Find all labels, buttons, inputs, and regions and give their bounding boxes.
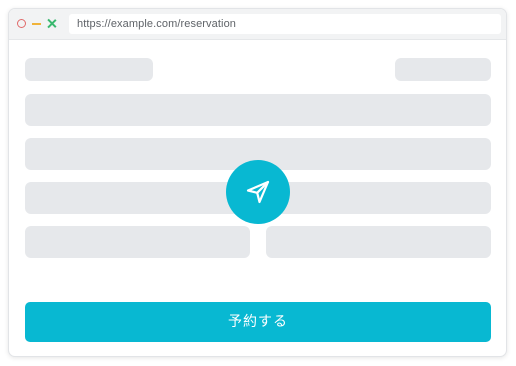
- form-field-placeholder[interactable]: [25, 94, 491, 126]
- close-window-icon[interactable]: [17, 19, 26, 28]
- form-label-placeholder-right: [395, 58, 491, 81]
- maximize-window-icon[interactable]: [47, 19, 56, 28]
- form-field-placeholder-half-right[interactable]: [266, 226, 491, 258]
- browser-window: https://example.com/reservation 予約する: [8, 8, 507, 357]
- browser-titlebar: https://example.com/reservation: [9, 9, 506, 40]
- form-label-placeholder-left: [25, 58, 153, 81]
- send-badge: [226, 160, 290, 224]
- paper-plane-icon: [246, 180, 270, 204]
- reservation-form: 予約する: [9, 40, 506, 356]
- address-bar[interactable]: https://example.com/reservation: [69, 14, 501, 34]
- reserve-button[interactable]: 予約する: [25, 302, 491, 342]
- minimize-window-icon[interactable]: [32, 19, 41, 28]
- form-field-placeholder-half-left[interactable]: [25, 226, 250, 258]
